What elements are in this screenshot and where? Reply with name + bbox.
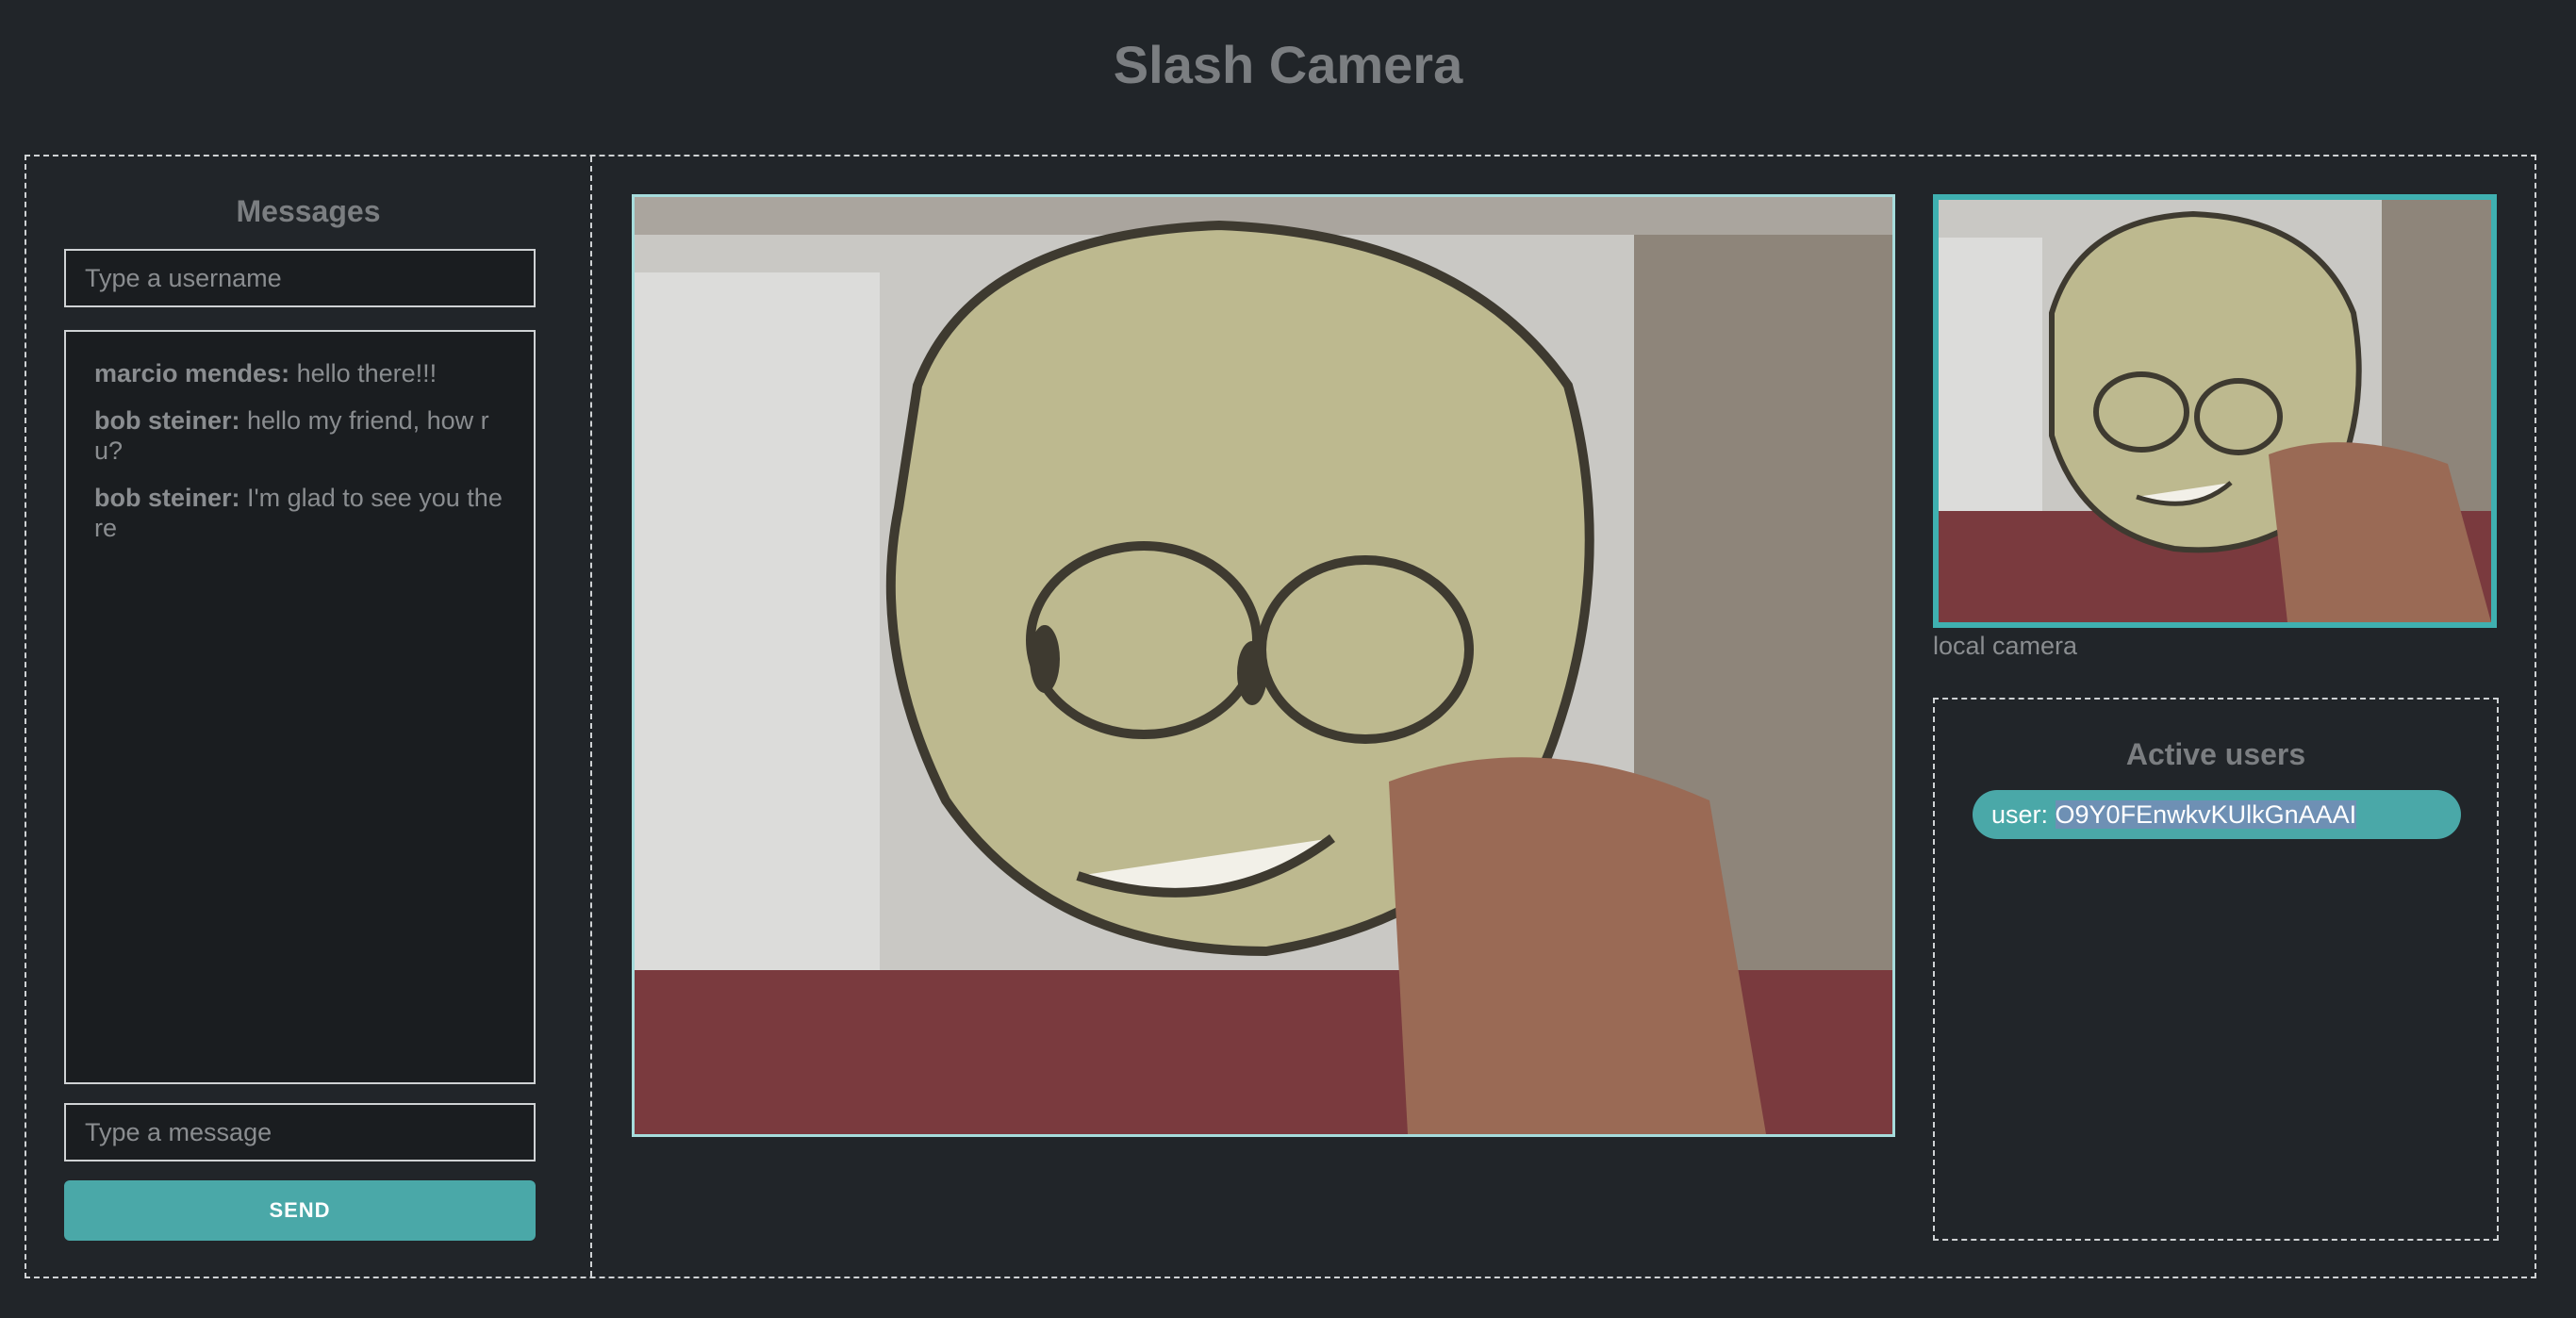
active-users-panel: Active users user: O9Y0FEnwkvKUlkGnAAAI: [1933, 698, 2499, 1241]
user-item[interactable]: user: O9Y0FEnwkvKUlkGnAAAI: [1973, 790, 2461, 839]
local-camera-label: local camera: [1933, 632, 2078, 660]
chat-message: bob steiner: I'm glad to see you there: [94, 483, 505, 543]
chat-author: bob steiner:: [94, 406, 240, 435]
message-input[interactable]: [64, 1103, 536, 1161]
main-container: Messages marcio mendes: hello there!!! b…: [25, 155, 2536, 1278]
messages-panel: Messages marcio mendes: hello there!!! b…: [26, 157, 592, 1277]
chat-message: bob steiner: hello my friend, how r u?: [94, 405, 505, 466]
remote-video: [632, 194, 1895, 1137]
username-input[interactable]: [64, 249, 536, 307]
send-button[interactable]: SEND: [64, 1180, 536, 1241]
chat-log[interactable]: marcio mendes: hello there!!! bob steine…: [64, 330, 536, 1084]
chat-author: bob steiner:: [94, 484, 240, 512]
chat-author: marcio mendes:: [94, 359, 290, 387]
chat-text: hello there!!!: [289, 359, 438, 387]
local-video-frame: [1939, 200, 2491, 622]
chat-message: marcio mendes: hello there!!!: [94, 358, 505, 388]
user-id: O9Y0FEnwkvKUlkGnAAAI: [2055, 800, 2357, 829]
messages-title: Messages: [236, 194, 381, 228]
remote-video-frame: [635, 197, 1892, 1134]
user-prefix: user:: [1991, 800, 2056, 829]
local-video: [1933, 194, 2497, 628]
app-title: Slash Camera: [1113, 35, 1463, 94]
active-users-title: Active users: [2125, 737, 2306, 771]
